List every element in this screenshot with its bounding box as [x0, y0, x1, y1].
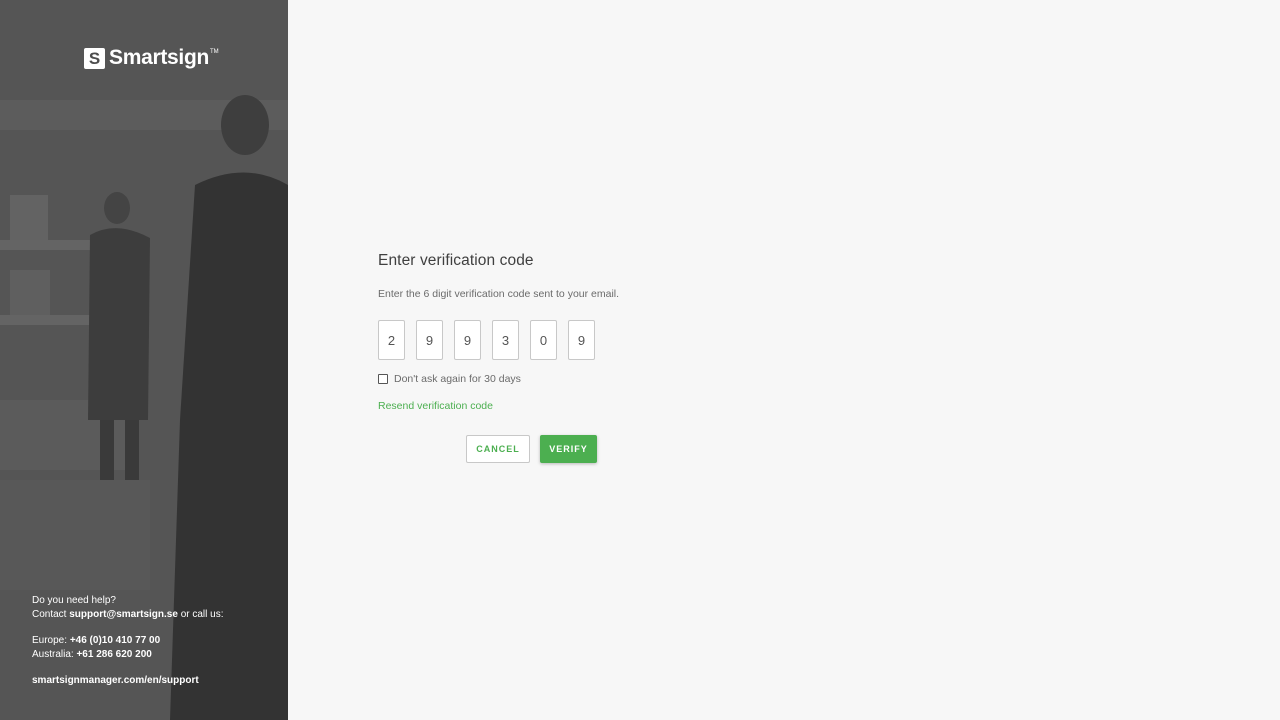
- smartsign-logo: S Smartsign TM: [84, 46, 219, 70]
- code-inputs: [378, 320, 678, 360]
- remember-label: Don't ask again for 30 days: [394, 373, 521, 385]
- help-question: Do you need help?: [32, 595, 116, 606]
- trademark: TM: [210, 49, 219, 55]
- code-digit-4[interactable]: [492, 320, 519, 360]
- page-title: Enter verification code: [378, 252, 534, 269]
- verify-button[interactable]: VERIFY: [540, 435, 597, 463]
- help-contact: Contact support@smartsign.se or call us:: [32, 608, 224, 620]
- logo-mark: S: [84, 47, 105, 69]
- logo-text: Smartsign: [109, 46, 209, 69]
- sidebar: S Smartsign TM Do you need help? Contact…: [0, 0, 288, 720]
- help-europe: Europe: +46 (0)10 410 77 00: [32, 635, 161, 646]
- support-url-link[interactable]: smartsignmanager.com/en/support: [32, 674, 224, 688]
- help-section: Do you need help? Contact support@smarts…: [32, 594, 224, 688]
- code-digit-3[interactable]: [454, 320, 481, 360]
- remember-checkbox[interactable]: [378, 374, 388, 384]
- australia-phone[interactable]: +61 286 620 200: [76, 649, 151, 660]
- page-subtitle: Enter the 6 digit verification code sent…: [378, 288, 620, 300]
- help-australia: Australia: +61 286 620 200: [32, 648, 152, 660]
- form-actions: CANCEL VERIFY: [378, 435, 597, 463]
- support-email-link[interactable]: support@smartsign.se: [69, 609, 178, 620]
- verification-form: Enter verification code Enter the 6 digi…: [378, 252, 678, 463]
- code-digit-5[interactable]: [530, 320, 557, 360]
- code-digit-1[interactable]: [378, 320, 405, 360]
- resend-code-link[interactable]: Resend verification code: [378, 400, 493, 412]
- code-digit-6[interactable]: [568, 320, 595, 360]
- remember-device-option[interactable]: Don't ask again for 30 days: [378, 373, 678, 385]
- main-panel: Enter verification code Enter the 6 digi…: [288, 0, 1280, 720]
- cancel-button[interactable]: CANCEL: [466, 435, 530, 463]
- code-digit-2[interactable]: [416, 320, 443, 360]
- europe-phone[interactable]: +46 (0)10 410 77 00: [70, 635, 160, 646]
